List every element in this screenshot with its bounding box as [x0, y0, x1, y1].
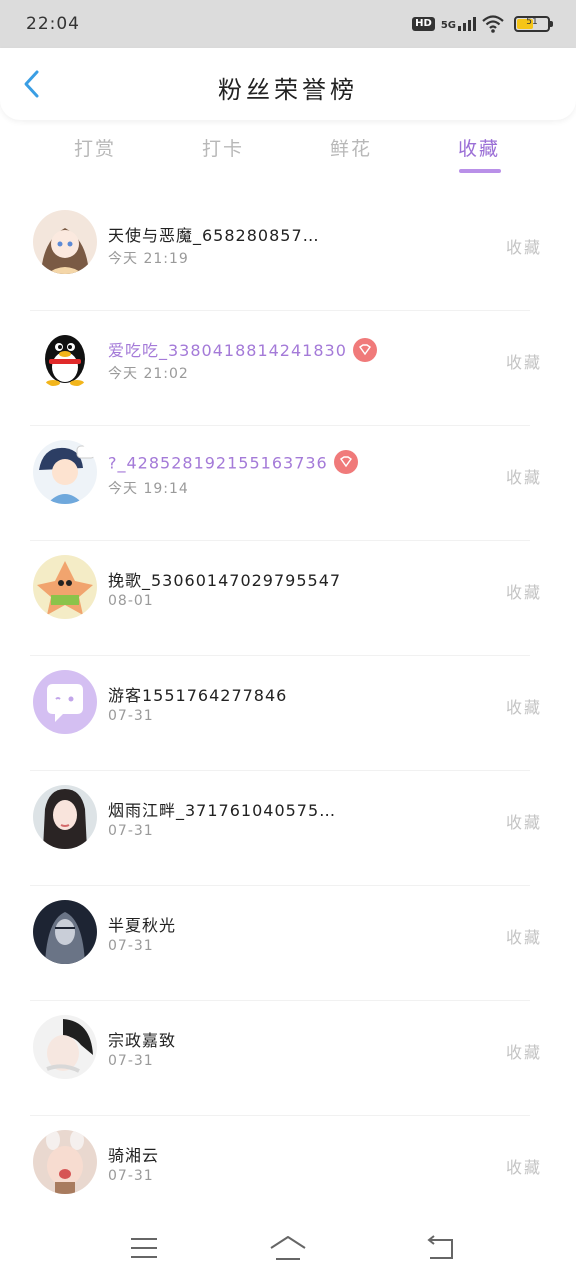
favorite-label: 收藏	[505, 468, 542, 487]
back-icon	[427, 1235, 453, 1259]
avatar[interactable]	[33, 785, 97, 849]
favorite-date: 今天 19:14	[108, 481, 189, 497]
tab-dashang[interactable]: 打赏	[45, 134, 145, 161]
list-item[interactable]: 游客1551764277846 07-31 收藏	[0, 656, 576, 771]
menu-icon	[131, 1238, 157, 1258]
vip-badge-icon	[352, 337, 377, 362]
favorite-date: 08-01	[108, 593, 154, 609]
avatar[interactable]	[33, 670, 97, 734]
list-item[interactable]: 骑湘云 07-31 收藏	[0, 1116, 576, 1231]
status-bar: 22:04 HD 5G 51	[0, 0, 576, 48]
favorite-date: 今天 21:19	[108, 251, 189, 267]
favorite-label: 收藏	[505, 928, 542, 947]
menu-button[interactable]	[124, 1232, 164, 1264]
avatar[interactable]	[33, 900, 97, 964]
favorite-label: 收藏	[505, 1158, 542, 1177]
favorite-label: 收藏	[505, 353, 542, 372]
favorite-label: 收藏	[505, 583, 542, 602]
user-name: 游客1551764277846	[108, 686, 288, 705]
user-name: 骑湘云	[108, 1146, 160, 1165]
avatar[interactable]	[33, 440, 97, 504]
user-name: ?_428528192155163736	[108, 450, 358, 476]
favorite-label: 收藏	[505, 813, 542, 832]
list-item[interactable]: 半夏秋光 07-31 收藏	[0, 886, 576, 1001]
favorite-label: 收藏	[505, 698, 542, 717]
vip-badge-icon	[333, 450, 358, 474]
avatar[interactable]	[33, 555, 97, 619]
favorite-label: 收藏	[505, 238, 542, 257]
tab-bar: 打赏 打卡 鲜花 收藏	[0, 124, 576, 184]
user-name: 挽歌_53060147029795547	[108, 571, 342, 590]
tab-xianhua[interactable]: 鲜花	[301, 134, 401, 161]
list-item[interactable]: 挽歌_53060147029795547 08-01 收藏	[0, 541, 576, 656]
avatar[interactable]	[33, 210, 97, 274]
battery-percent: 51	[526, 17, 538, 27]
back-nav-button[interactable]	[420, 1232, 460, 1264]
home-icon	[270, 1236, 306, 1260]
system-nav-bar	[0, 1216, 576, 1280]
favorite-date: 07-31	[108, 1053, 154, 1069]
user-name: 爱吃吃_3380418814241830	[108, 337, 377, 364]
avatar[interactable]	[33, 1015, 97, 1079]
status-icons: HD 5G 51	[412, 15, 553, 33]
active-tab-indicator	[459, 169, 501, 173]
user-name-text: 爱吃吃_3380418814241830	[108, 341, 347, 360]
home-button[interactable]	[266, 1232, 310, 1264]
status-time: 22:04	[26, 14, 80, 34]
user-name: 天使与恶魔_658280857…	[108, 226, 320, 245]
hd-icon: HD	[412, 17, 435, 31]
tab-label: 打赏	[73, 138, 116, 160]
tab-label: 收藏	[457, 138, 500, 160]
user-name: 半夏秋光	[108, 916, 177, 935]
network-label: 5G	[440, 20, 456, 31]
list-item[interactable]: ?_428528192155163736 今天 19:14 收藏	[0, 426, 576, 541]
page-title: 粉丝荣誉榜	[218, 76, 358, 104]
wifi-icon	[482, 15, 504, 33]
app-header: 粉丝荣誉榜	[0, 48, 576, 120]
avatar[interactable]	[33, 1130, 97, 1194]
favorite-label: 收藏	[505, 1043, 542, 1062]
avatar[interactable]	[33, 325, 97, 389]
tab-label: 打卡	[201, 138, 244, 160]
signal-icon: 5G	[441, 17, 476, 31]
user-name: 烟雨江畔_371761040575…	[108, 801, 337, 820]
list-item[interactable]: 天使与恶魔_658280857… 今天 21:19 收藏	[0, 196, 576, 311]
battery-icon: 51	[514, 16, 553, 32]
tab-daka[interactable]: 打卡	[173, 134, 273, 161]
tab-shoucang[interactable]: 收藏	[429, 134, 529, 173]
list-item[interactable]: 宗政嘉致 07-31 收藏	[0, 1001, 576, 1116]
list-item[interactable]: 爱吃吃_3380418814241830 今天 21:02 收藏	[0, 311, 576, 426]
favorite-date: 07-31	[108, 823, 154, 839]
tab-label: 鲜花	[329, 138, 372, 160]
favorite-date: 07-31	[108, 708, 154, 724]
favorite-date: 07-31	[108, 938, 154, 954]
user-name: 宗政嘉致	[108, 1031, 177, 1050]
list-item[interactable]: 烟雨江畔_371761040575… 07-31 收藏	[0, 771, 576, 886]
favorite-date: 今天 21:02	[108, 366, 189, 382]
favorite-date: 07-31	[108, 1168, 154, 1184]
fan-list: 天使与恶魔_658280857… 今天 21:19 收藏 爱吃吃_3380418…	[0, 196, 576, 1231]
user-name-text: ?_428528192155163736	[108, 453, 328, 473]
